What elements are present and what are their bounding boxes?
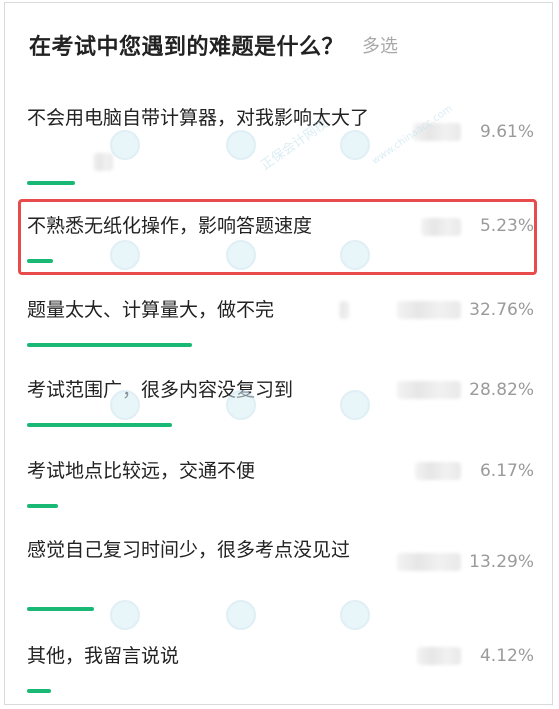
blurred-count [397,553,461,571]
option-bar-fill [27,607,94,611]
option-label: 题量太大、计算量大，做不完 [27,299,275,321]
option-percent: 4.12% [479,646,534,666]
blurred-count [413,123,461,141]
option-bar [27,181,467,185]
poll-option[interactable]: 题量太大、计算量大，做不完 32.76% [5,293,554,357]
blurred-count [397,381,461,399]
option-label: 考试范围广，很多内容没复习到 [27,379,294,401]
option-bar-fill [27,504,59,508]
blurred-mark [93,153,113,171]
option-label: 感觉自己复习时间少，很多考点没见过 [27,539,351,561]
poll-card: 在考试中您遇到的难题是什么？ 多选 不会用电脑自带计算器，对我影响太大了 9.61… [4,2,553,705]
option-percent: 28.82% [469,380,534,400]
option-bar-fill [27,343,192,347]
poll-option[interactable]: 考试地点比较远，交通不便 6.17% [5,454,554,518]
option-percent: 6.17% [479,461,534,481]
poll-option[interactable]: 考试范围广，很多内容没复习到 28.82% [5,373,554,437]
highlight-box [18,199,537,275]
blurred-count [417,647,461,665]
poll-option[interactable]: 其他，我留言说说 4.12% [5,641,554,701]
poll-title: 在考试中您遇到的难题是什么？ [29,35,345,60]
option-label: 其他，我留言说说 [27,645,180,667]
option-bar [27,343,467,347]
blurred-count [415,462,461,480]
poll-option[interactable]: 感觉自己复习时间少，很多考点没见过 13.29% [5,535,554,619]
option-bar-fill [27,423,173,427]
option-bar-fill [27,181,76,185]
option-bar [27,504,467,508]
option-bar [27,423,467,427]
option-label: 考试地点比较远，交通不便 [27,460,256,482]
option-bar [27,607,467,611]
poll-header: 在考试中您遇到的难题是什么？ 多选 [29,29,398,61]
blurred-count [397,301,461,319]
option-label: 不会用电脑自带计算器，对我影响太大了 [27,107,370,129]
poll-option[interactable]: 不会用电脑自带计算器，对我影响太大了 9.61% [5,99,554,195]
option-bar [27,689,467,693]
blurred-mark [339,301,349,319]
multi-select-label: 多选 [362,36,399,57]
option-percent: 32.76% [469,300,534,320]
option-percent: 9.61% [479,122,534,142]
option-bar-fill [27,689,51,693]
option-percent: 13.29% [469,552,534,572]
